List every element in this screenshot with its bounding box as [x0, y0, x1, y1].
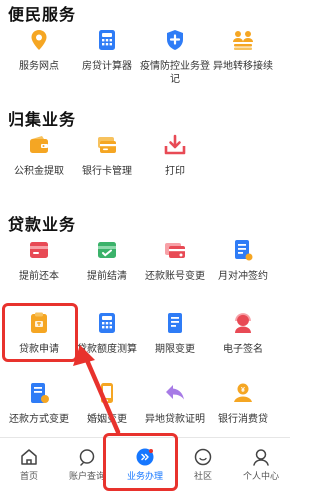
annotation-arrow: [73, 345, 121, 435]
business-page: 便民服务 服务网点 房贷计算器 疫情防控业务登记 异地转移接续 归集业务 公积金…: [0, 0, 334, 494]
